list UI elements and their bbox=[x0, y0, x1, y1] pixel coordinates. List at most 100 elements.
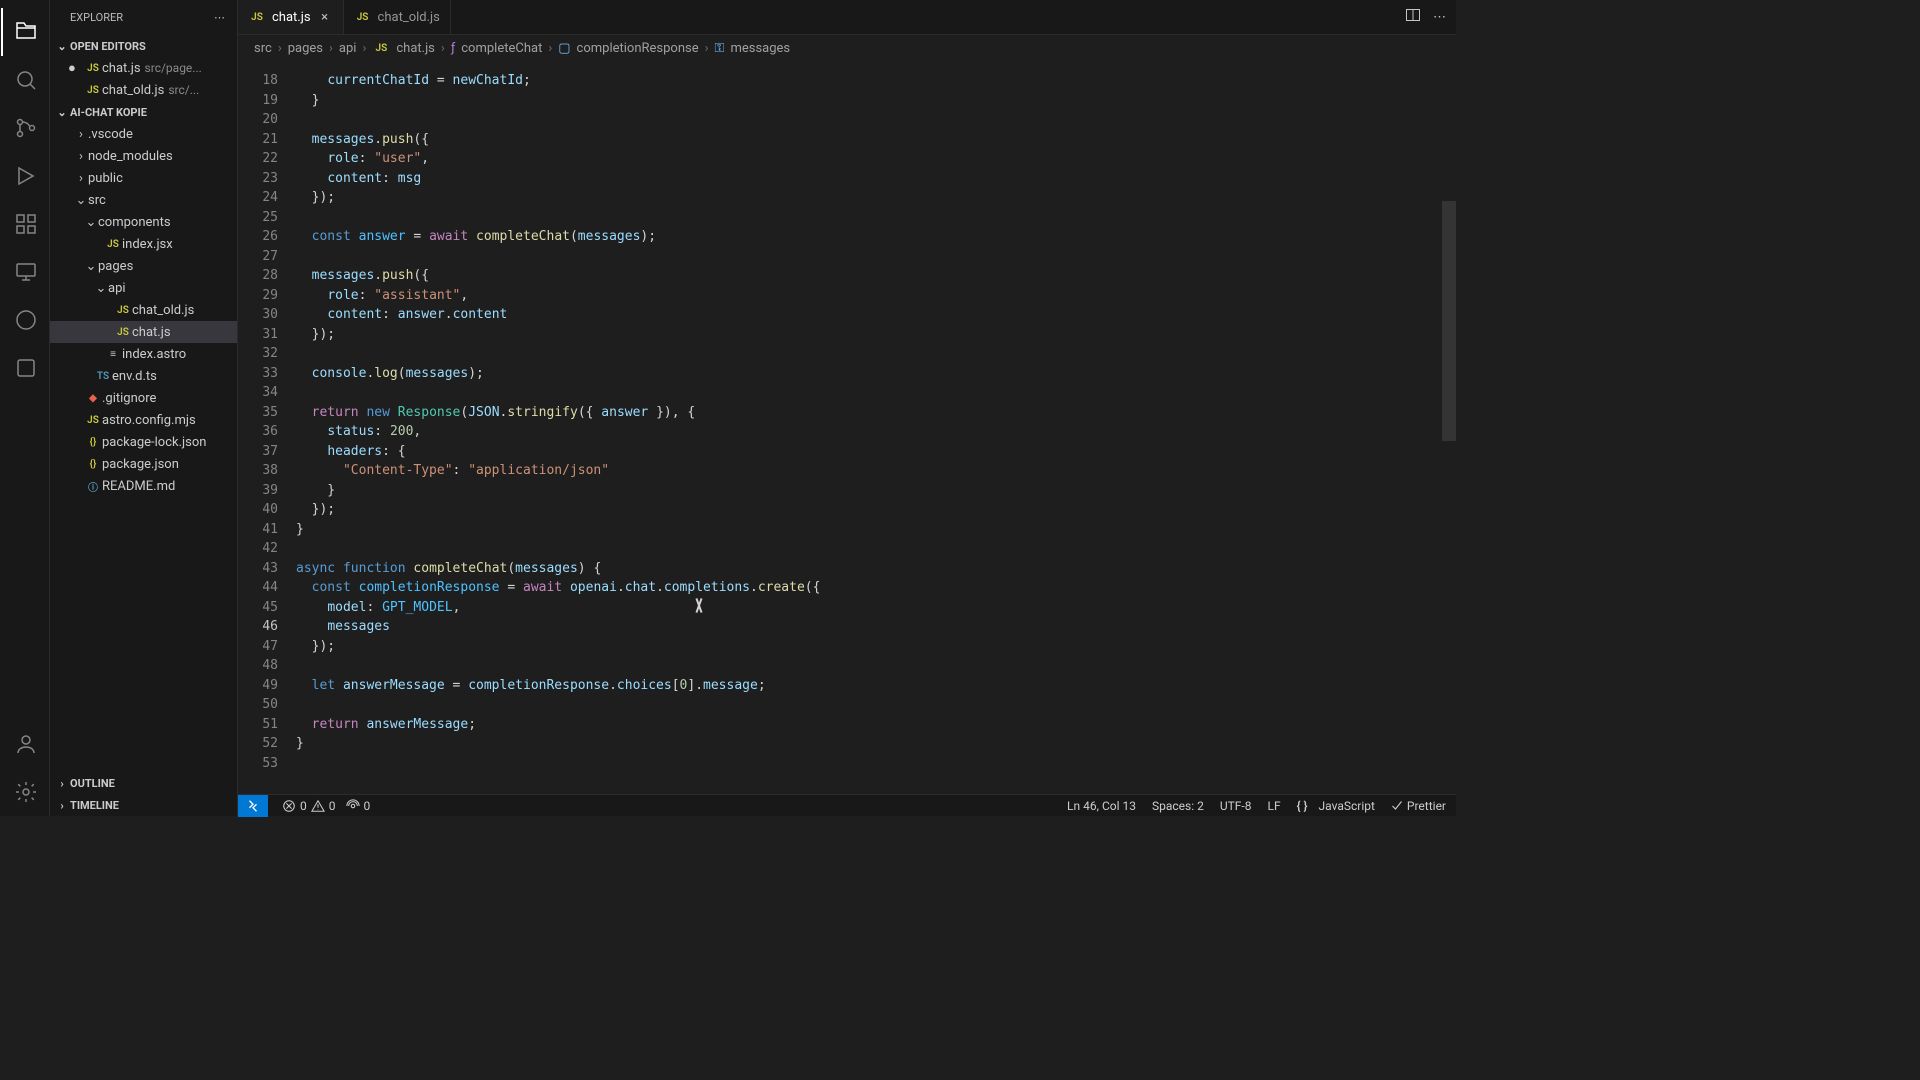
code-line[interactable]: } bbox=[296, 734, 1456, 754]
code-line[interactable]: messages bbox=[296, 617, 1456, 637]
code-line[interactable] bbox=[296, 695, 1456, 715]
code-content[interactable]: currentChatId = newChatId; } messages.pu… bbox=[296, 61, 1456, 794]
chevron-down-icon: ⌄ bbox=[54, 106, 70, 119]
code-line[interactable]: role: "assistant", bbox=[296, 286, 1456, 306]
code-line[interactable]: headers: { bbox=[296, 442, 1456, 462]
folder-item[interactable]: ⌄pages bbox=[50, 255, 237, 277]
extensions-icon[interactable] bbox=[1, 200, 49, 248]
folder-item[interactable]: ⌄api bbox=[50, 277, 237, 299]
code-line[interactable]: console.log(messages); bbox=[296, 364, 1456, 384]
prettier-status[interactable]: Prettier bbox=[1391, 799, 1446, 813]
code-editor[interactable]: 1819202122232425262728293031323334353637… bbox=[238, 61, 1456, 794]
file-item[interactable]: TSenv.d.ts bbox=[50, 365, 237, 387]
more-actions-icon[interactable]: ⋯ bbox=[1433, 10, 1446, 25]
code-line[interactable]: const answer = await completeChat(messag… bbox=[296, 227, 1456, 247]
breadcrumb-item[interactable]: chat.js bbox=[396, 41, 435, 56]
accounts-icon[interactable] bbox=[1, 720, 49, 768]
close-icon[interactable] bbox=[68, 60, 84, 76]
file-item[interactable]: JSchat_old.js bbox=[50, 299, 237, 321]
file-item[interactable]: ◆.gitignore bbox=[50, 387, 237, 409]
run-debug-icon[interactable] bbox=[1, 152, 49, 200]
code-line[interactable] bbox=[296, 383, 1456, 403]
ext-icon-2[interactable] bbox=[1, 344, 49, 392]
workspace-header[interactable]: ⌄ AI-CHAT KOPIE bbox=[50, 101, 237, 123]
file-item[interactable]: {}package.json bbox=[50, 453, 237, 475]
code-line[interactable]: }); bbox=[296, 637, 1456, 657]
outline-header[interactable]: › OUTLINE bbox=[50, 772, 237, 794]
ports-status[interactable]: 0 bbox=[346, 799, 371, 813]
code-line[interactable] bbox=[296, 208, 1456, 228]
ext-icon[interactable] bbox=[1, 296, 49, 344]
code-line[interactable]: } bbox=[296, 91, 1456, 111]
code-line[interactable] bbox=[296, 754, 1456, 774]
code-line[interactable]: return answerMessage; bbox=[296, 715, 1456, 735]
breadcrumb-item[interactable]: api bbox=[339, 41, 357, 56]
search-icon[interactable] bbox=[1, 56, 49, 104]
settings-gear-icon[interactable] bbox=[1, 768, 49, 816]
code-line[interactable]: status: 200, bbox=[296, 422, 1456, 442]
chevron-right-icon: › bbox=[548, 41, 552, 56]
open-editors-header[interactable]: ⌄ OPEN EDITORS bbox=[50, 35, 237, 57]
breadcrumb-item[interactable]: pages bbox=[288, 41, 323, 56]
breadcrumb-item[interactable]: messages bbox=[730, 41, 790, 56]
folder-item[interactable]: ›node_modules bbox=[50, 145, 237, 167]
explorer-icon[interactable] bbox=[1, 8, 49, 56]
indentation-status[interactable]: Spaces: 2 bbox=[1152, 799, 1204, 813]
folder-item[interactable]: ›.vscode bbox=[50, 123, 237, 145]
folder-item[interactable]: ›public bbox=[50, 167, 237, 189]
code-line[interactable]: content: msg bbox=[296, 169, 1456, 189]
line-number: 46 bbox=[238, 617, 278, 637]
code-line[interactable]: model: GPT_MODEL, bbox=[296, 598, 1456, 618]
code-line[interactable]: } bbox=[296, 481, 1456, 501]
file-item[interactable]: JSindex.jsx bbox=[50, 233, 237, 255]
code-line[interactable]: currentChatId = newChatId; bbox=[296, 71, 1456, 91]
file-item[interactable]: ≡index.astro bbox=[50, 343, 237, 365]
code-line[interactable] bbox=[296, 539, 1456, 559]
timeline-header[interactable]: › TIMELINE bbox=[50, 794, 237, 816]
code-line[interactable] bbox=[296, 656, 1456, 676]
code-line[interactable]: messages.push({ bbox=[296, 266, 1456, 286]
code-line[interactable]: }); bbox=[296, 188, 1456, 208]
file-item[interactable]: JSchat.js bbox=[50, 321, 237, 343]
open-editor-item[interactable]: ×JSchat_old.jssrc/... bbox=[50, 79, 237, 101]
code-line[interactable]: } bbox=[296, 520, 1456, 540]
code-line[interactable]: }); bbox=[296, 500, 1456, 520]
file-item[interactable]: ⓘREADME.md bbox=[50, 475, 237, 497]
code-line[interactable]: role: "user", bbox=[296, 149, 1456, 169]
minimap[interactable] bbox=[1442, 61, 1456, 794]
folder-name: api bbox=[108, 281, 126, 296]
editor-tab[interactable]: JSchat.js× bbox=[238, 0, 344, 34]
code-line[interactable]: async function completeChat(messages) { bbox=[296, 559, 1456, 579]
folder-item[interactable]: ⌄src bbox=[50, 189, 237, 211]
encoding-status[interactable]: UTF-8 bbox=[1220, 799, 1252, 813]
breadcrumb-item[interactable]: completionResponse bbox=[577, 41, 699, 56]
remote-explorer-icon[interactable] bbox=[1, 248, 49, 296]
open-editor-item[interactable]: JSchat.jssrc/page... bbox=[50, 57, 237, 79]
eol-status[interactable]: LF bbox=[1267, 799, 1280, 813]
problems-status[interactable]: 0 0 bbox=[282, 799, 336, 813]
code-line[interactable]: const completionResponse = await openai.… bbox=[296, 578, 1456, 598]
more-icon[interactable]: ⋯ bbox=[214, 11, 225, 24]
cursor-position[interactable]: Ln 46, Col 13 bbox=[1067, 799, 1136, 813]
source-control-icon[interactable] bbox=[1, 104, 49, 152]
folder-item[interactable]: ⌄components bbox=[50, 211, 237, 233]
file-item[interactable]: {}package-lock.json bbox=[50, 431, 237, 453]
code-line[interactable]: messages.push({ bbox=[296, 130, 1456, 150]
file-item[interactable]: JSastro.config.mjs bbox=[50, 409, 237, 431]
breadcrumb-item[interactable]: completeChat bbox=[461, 41, 542, 56]
breadcrumb-item[interactable]: src bbox=[254, 41, 272, 56]
code-line[interactable]: let answerMessage = completionResponse.c… bbox=[296, 676, 1456, 696]
code-line[interactable] bbox=[296, 247, 1456, 267]
code-line[interactable]: return new Response(JSON.stringify({ ans… bbox=[296, 403, 1456, 423]
code-line[interactable]: "Content-Type": "application/json" bbox=[296, 461, 1456, 481]
code-line[interactable] bbox=[296, 110, 1456, 130]
editor-tab[interactable]: JSchat_old.js bbox=[344, 0, 451, 34]
close-icon[interactable]: × bbox=[317, 10, 333, 25]
remote-indicator[interactable] bbox=[238, 795, 268, 817]
breadcrumbs[interactable]: src›pages›api›JSchat.js›ƒcompleteChat›▢c… bbox=[238, 35, 1456, 61]
split-editor-icon[interactable] bbox=[1405, 7, 1421, 27]
code-line[interactable]: }); bbox=[296, 325, 1456, 345]
code-line[interactable] bbox=[296, 344, 1456, 364]
code-line[interactable]: content: answer.content bbox=[296, 305, 1456, 325]
language-status[interactable]: { } JavaScript bbox=[1297, 799, 1375, 813]
